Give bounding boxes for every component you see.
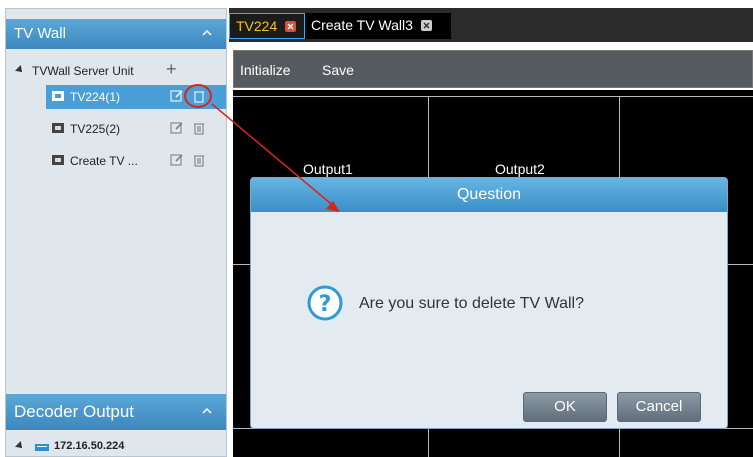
edit-icon[interactable]	[170, 121, 184, 135]
grid-divider	[233, 96, 753, 97]
dialog-message: Are you sure to delete TV Wall?	[359, 295, 584, 312]
ok-button[interactable]: OK	[523, 392, 607, 422]
cancel-button[interactable]: Cancel	[617, 392, 701, 422]
question-dialog: Question ? Are you sure to delete TV Wal…	[250, 177, 728, 429]
add-icon[interactable]: +	[166, 59, 177, 80]
chevron-up-icon[interactable]	[200, 26, 214, 40]
svg-text:?: ?	[319, 292, 332, 317]
save-button[interactable]: Save	[322, 62, 354, 78]
decoder-ip-label: 172.16.50.224	[54, 440, 125, 452]
expand-triangle-icon[interactable]	[15, 65, 25, 75]
tvwall-item-label: Create TV ...	[70, 154, 138, 168]
chevron-up-icon[interactable]	[200, 404, 214, 418]
toolbar: Initialize Save	[233, 50, 753, 88]
delete-icon[interactable]	[192, 121, 206, 135]
tab-label: Create TV Wall3	[311, 17, 413, 33]
dialog-title: Question	[251, 178, 727, 212]
expand-triangle-icon[interactable]	[15, 441, 25, 451]
tab-label: TV224	[236, 18, 278, 34]
close-icon[interactable]	[420, 20, 432, 31]
question-icon: ?	[307, 285, 343, 321]
tree-row-tvwall-2[interactable]: TV225(2)	[46, 117, 226, 141]
initialize-button[interactable]: Initialize	[240, 62, 291, 78]
close-icon[interactable]	[285, 21, 297, 32]
tree-row-tvwall-1[interactable]: TV224(1)	[46, 85, 226, 109]
output-label: Output1	[303, 161, 353, 177]
tree-row-server-unit[interactable]: TVWall Server Unit +	[6, 59, 226, 83]
tv-icon	[52, 91, 64, 101]
tvwall-panel-title: TV Wall	[14, 25, 66, 42]
tvwall-item-label: TV225(2)	[70, 122, 121, 136]
tvwall-panel-header[interactable]: TV Wall	[6, 19, 226, 49]
tree-row-tvwall-3[interactable]: Create TV ...	[46, 149, 226, 173]
tvwall-item-label: TV224(1)	[70, 90, 121, 104]
decoder-device-icon	[35, 444, 49, 451]
tree-row-decoder[interactable]: 172.16.50.224	[6, 435, 226, 457]
server-unit-label: TVWall Server Unit	[32, 64, 134, 78]
tab-bar: TV224 Create TV Wall3	[229, 8, 753, 42]
output-label: Output2	[495, 161, 545, 177]
decoder-panel-header[interactable]: Decoder Output	[6, 394, 226, 430]
delete-icon[interactable]	[192, 153, 206, 167]
tab-tv224[interactable]: TV224	[229, 13, 305, 39]
tab-create-tv-wall3[interactable]: Create TV Wall3	[305, 13, 451, 39]
edit-icon[interactable]	[170, 89, 184, 103]
tv-icon	[52, 155, 64, 165]
tv-icon	[52, 123, 64, 133]
edit-icon[interactable]	[170, 153, 184, 167]
left-panel: TV Wall TVWall Server Unit + TV224(1) TV…	[5, 8, 227, 457]
delete-icon[interactable]	[192, 89, 206, 103]
decoder-panel-title: Decoder Output	[14, 402, 135, 421]
